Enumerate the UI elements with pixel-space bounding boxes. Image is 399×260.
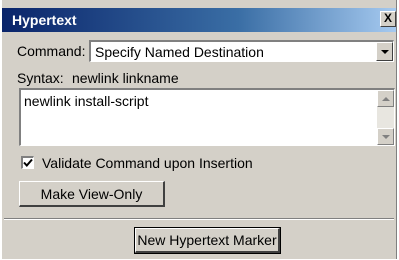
window-title: Hypertext: [12, 12, 77, 28]
command-select[interactable]: Specify Named Destination: [89, 40, 394, 62]
title-bar[interactable]: Hypertext X: [2, 8, 396, 32]
syntax-value: newlink linkname: [72, 70, 179, 86]
make-view-only-button[interactable]: Make View-Only: [19, 181, 165, 207]
checkmark-icon: [23, 158, 33, 167]
divider: [4, 218, 394, 220]
command-select-value: Specify Named Destination: [95, 44, 264, 60]
arrow-up-icon: [382, 97, 390, 101]
command-label: Command:: [17, 43, 86, 59]
validate-checkbox[interactable]: [21, 156, 34, 169]
chevron-down-icon: [381, 50, 389, 54]
new-hypertext-marker-button[interactable]: New Hypertext Marker: [134, 227, 281, 254]
validate-checkbox-label[interactable]: Validate Command upon Insertion: [42, 155, 253, 171]
hypertext-dialog: Hypertext X Command: Specify Named Desti…: [2, 0, 397, 259]
syntax-label: Syntax:: [17, 70, 64, 86]
command-dropdown-button[interactable]: [376, 42, 393, 61]
scroll-down-button[interactable]: [377, 128, 394, 145]
arrow-down-icon: [382, 135, 390, 139]
command-text-area[interactable]: newlink install-script: [19, 88, 395, 146]
vertical-scrollbar[interactable]: [377, 90, 394, 145]
command-text: newlink install-script: [24, 93, 149, 109]
make-view-only-label: Make View-Only: [40, 185, 143, 202]
close-icon: X: [383, 11, 392, 25]
new-hypertext-marker-label: New Hypertext Marker: [137, 232, 277, 248]
close-button[interactable]: X: [380, 11, 396, 27]
scroll-up-button[interactable]: [377, 90, 394, 107]
